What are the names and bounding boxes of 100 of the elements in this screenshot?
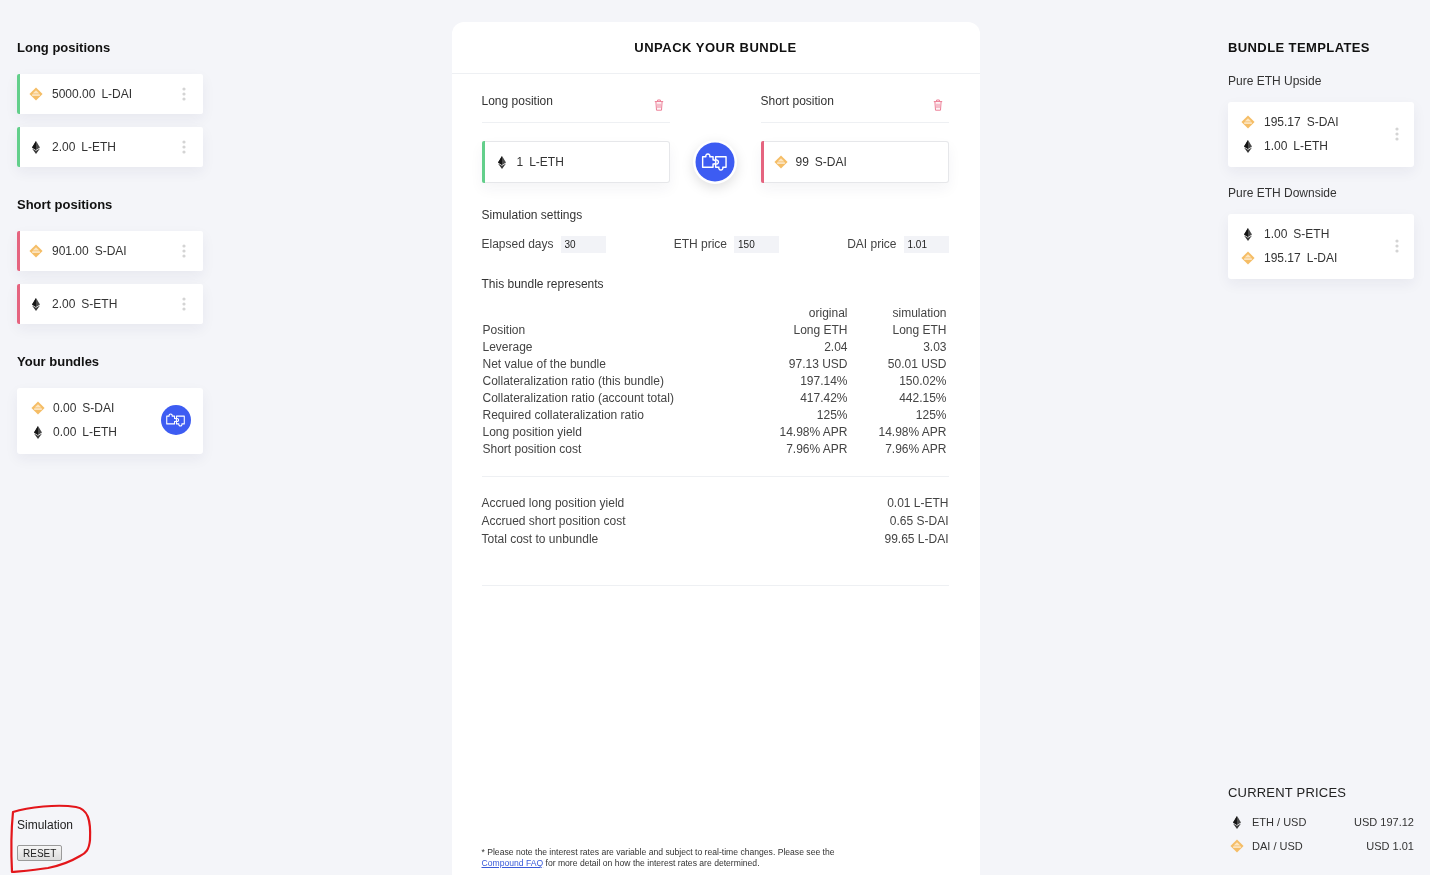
table-cell-text: 14.98% APR: [778, 424, 848, 439]
kebab-menu-icon[interactable]: [182, 140, 186, 154]
token-symbol: L-ETH: [82, 425, 118, 439]
template-card[interactable]: 195.17 S-DAI 1.00 L-ETH: [1228, 102, 1414, 167]
cost-value: 0.65 S-DAI: [889, 514, 949, 528]
diamond-icon: [29, 244, 43, 258]
number-field[interactable]: 1.01: [903, 236, 949, 253]
position-slot[interactable]: 1 L-ETH: [481, 141, 670, 183]
table-cell-text: 7.96% APR: [785, 441, 848, 456]
amount-text: 1.00: [1264, 139, 1288, 153]
token-symbol: S-ETH: [1293, 227, 1330, 241]
amount-text: 195.17: [1264, 115, 1301, 129]
number-field[interactable]: 30: [560, 236, 606, 253]
amount-text: 99: [795, 155, 809, 169]
kebab-menu-icon[interactable]: [1395, 239, 1399, 253]
table-cell-text: 7.96% APR: [884, 441, 948, 456]
field-label: DAI price: [847, 236, 897, 253]
table-cell-text: Required collateralization ratio: [481, 407, 645, 422]
section-heading: Your bundles: [17, 354, 101, 369]
octahedron-icon: [1233, 815, 1241, 829]
price-value: USD 197.12: [1354, 816, 1414, 828]
amount-text: 1: [516, 155, 524, 169]
token-symbol: S-DAI: [1306, 115, 1339, 129]
cost-label: Accrued short position cost: [481, 514, 626, 528]
column-header: original: [807, 305, 848, 320]
panel-title: UNPACK YOUR BUNDLE: [634, 40, 797, 55]
trash-icon[interactable]: [932, 99, 943, 111]
amount-text: 195.17: [1264, 251, 1301, 265]
octahedron-icon: [1244, 139, 1252, 153]
section-heading: Short positions: [17, 197, 114, 212]
token-symbol: L-DAI: [101, 87, 133, 101]
token-symbol: S-DAI: [94, 244, 127, 258]
kebab-menu-icon[interactable]: [182, 297, 186, 311]
section-heading: Long positions: [17, 40, 112, 55]
price-pair: DAI / USD: [1252, 840, 1303, 852]
number-field[interactable]: 150: [734, 236, 779, 253]
diamond-icon: [773, 155, 788, 169]
cost-value: 99.65 L-DAI: [884, 532, 949, 546]
section-title: Simulation settings: [481, 208, 584, 222]
table-cell-text: Long ETH: [891, 322, 948, 337]
table-cell-text: 125%: [815, 407, 848, 422]
diamond-icon: [29, 87, 43, 101]
cost-label: Accrued long position yield: [481, 496, 625, 510]
table-cell-text: Collateralization ratio (this bundle): [481, 373, 665, 388]
table-cell-text: 50.01 USD: [886, 356, 948, 371]
amount-text: 1.00: [1264, 227, 1288, 241]
section-title: This bundle represents: [481, 277, 605, 291]
table-cell-text: 14.98% APR: [877, 424, 948, 439]
octahedron-icon: [497, 155, 506, 169]
field-label: Elapsed days: [481, 236, 554, 253]
token-symbol: S-DAI: [814, 155, 847, 169]
table-cell-text: 442.15%: [898, 390, 948, 405]
section-heading: CURRENT PRICES: [1228, 785, 1348, 800]
table-cell-text: Leverage: [481, 339, 534, 354]
table-cell-text: Long ETH: [792, 322, 848, 337]
puzzle-icon[interactable]: [693, 140, 737, 184]
diamond-icon: [1241, 251, 1255, 265]
token-symbol: L-ETH: [81, 140, 117, 154]
price-pair: ETH / USD: [1252, 816, 1307, 828]
table-cell-text: Long position yield: [481, 424, 583, 439]
token-symbol: L-ETH: [529, 155, 564, 169]
position-slot[interactable]: 99 S-DAI: [760, 141, 949, 183]
template-card[interactable]: 1.00 S-ETH 195.17 L-DAI: [1228, 214, 1414, 279]
amount-text: 2.00: [52, 297, 76, 311]
column-header: simulation: [891, 305, 948, 320]
kebab-menu-icon[interactable]: [182, 244, 186, 258]
kebab-menu-icon[interactable]: [182, 87, 186, 101]
token-symbol: S-DAI: [82, 401, 115, 415]
faq-link[interactable]: Compound FAQ: [481, 858, 544, 868]
section-heading: BUNDLE TEMPLATES: [1228, 40, 1371, 55]
amount-text: 901.00: [52, 244, 89, 258]
token-symbol: L-DAI: [1306, 251, 1338, 265]
amount-text: 5000.00: [52, 87, 96, 101]
kebab-menu-icon[interactable]: [1395, 127, 1399, 141]
reset-button[interactable]: RESET: [17, 845, 63, 861]
diamond-icon: [31, 401, 45, 415]
template-name: Pure ETH Downside: [1228, 186, 1338, 200]
octahedron-icon: [34, 425, 42, 439]
token-symbol: S-ETH: [81, 297, 118, 311]
table-cell-text: 2.04: [823, 339, 848, 354]
diamond-icon: [1230, 839, 1244, 853]
cost-label: Total cost to unbundle: [481, 532, 599, 546]
leg-label: Short position: [760, 94, 834, 108]
leg-label: Long position: [481, 94, 553, 108]
trash-icon[interactable]: [653, 99, 664, 111]
octahedron-icon: [1244, 227, 1252, 241]
field-label: ETH price: [673, 236, 727, 253]
table-cell-text: 97.13 USD: [787, 356, 848, 371]
template-name: Pure ETH Upside: [1228, 74, 1323, 88]
table-cell-text: 417.42%: [799, 390, 848, 405]
table-cell-text: 197.14%: [799, 373, 848, 388]
cost-value: 0.01 L-ETH: [887, 496, 949, 510]
table-cell-text: Position: [481, 322, 527, 337]
diamond-icon: [1241, 115, 1255, 129]
octahedron-icon: [32, 140, 40, 154]
bundle-card[interactable]: 0.00 S-DAI 0.00 L-ETH: [17, 388, 203, 454]
simulation-label: Simulation: [17, 818, 74, 832]
puzzle-icon[interactable]: [161, 405, 191, 435]
price-value: USD 1.01: [1366, 840, 1414, 852]
amount-text: 0.00: [53, 425, 77, 439]
